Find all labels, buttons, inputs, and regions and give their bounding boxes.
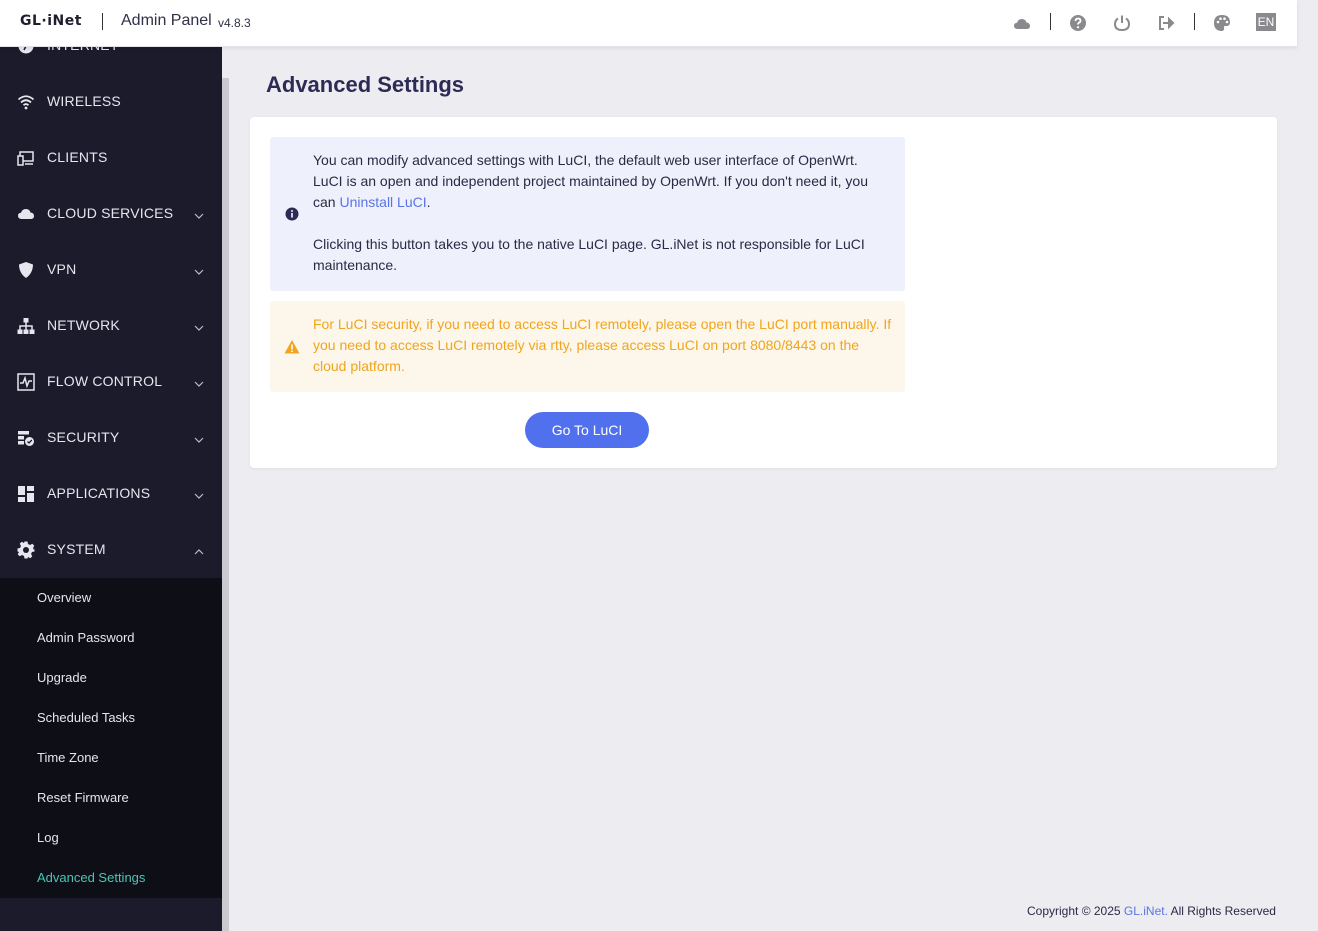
top-header: GL·iNet Admin Panel v4.8.3 EN <box>0 0 1297 47</box>
sidebar-item-vpn[interactable]: VPN <box>0 242 222 298</box>
devices-icon <box>17 149 35 167</box>
sidebar-item-label: CLIENTS <box>47 149 108 165</box>
wifi-icon <box>17 93 35 111</box>
cloud-status-icon[interactable] <box>1011 12 1033 34</box>
help-icon[interactable] <box>1067 12 1089 34</box>
gear-icon <box>17 541 35 559</box>
info-paragraph-1-end: . <box>426 194 431 210</box>
info-text: You can modify advanced settings with Lu… <box>313 150 888 276</box>
sidebar-item-flow-control[interactable]: FLOW CONTROL <box>0 354 222 410</box>
header-divider <box>1050 13 1051 30</box>
network-icon <box>17 317 35 335</box>
submenu-item-upgrade[interactable]: Upgrade <box>37 670 87 685</box>
cloud-icon <box>17 205 35 223</box>
sidebar-item-wireless[interactable]: WIRELESS <box>0 74 222 130</box>
apps-icon <box>17 485 35 503</box>
sidebar-item-label: WIRELESS <box>47 93 121 109</box>
system-submenu: Overview Admin Password Upgrade Schedule… <box>0 578 222 898</box>
rights-text: All Rights Reserved <box>1167 904 1276 918</box>
sidebar-item-label: NETWORK <box>47 317 120 333</box>
sidebar-scrollbar[interactable] <box>222 78 229 931</box>
sidebar-item-network[interactable]: NETWORK <box>0 298 222 354</box>
version-label: v4.8.3 <box>218 16 251 30</box>
chevron-down-icon <box>194 432 204 443</box>
sidebar-item-clients[interactable]: CLIENTS <box>0 130 222 186</box>
go-to-luci-button[interactable]: Go To LuCI <box>525 412 649 448</box>
glinet-link[interactable]: GL.iNet. <box>1124 904 1168 918</box>
footer: Copyright © 2025 GL.iNet. All Rights Res… <box>1027 904 1276 918</box>
warning-alert: For LuCI security, if you need to access… <box>270 301 905 392</box>
sidebar-item-label: CLOUD SERVICES <box>47 205 174 221</box>
chevron-up-icon <box>194 544 204 555</box>
logo[interactable]: GL·iNet <box>20 13 82 29</box>
page-title: Advanced Settings <box>266 72 465 97</box>
theme-palette-icon[interactable] <box>1211 12 1233 34</box>
submenu-item-time-zone[interactable]: Time Zone <box>37 750 99 765</box>
submenu-item-log[interactable]: Log <box>37 830 59 845</box>
chevron-down-icon <box>194 376 204 387</box>
panel-title: Admin Panel <box>121 12 212 29</box>
sidebar-item-applications[interactable]: APPLICATIONS <box>0 466 222 522</box>
sidebar: INTERNET WIRELESS CLIENTS CLOUD SERVICES… <box>0 0 222 931</box>
language-selector[interactable]: EN <box>1256 13 1276 31</box>
submenu-item-advanced-settings[interactable]: Advanced Settings <box>37 870 145 885</box>
sidebar-item-label: VPN <box>47 261 77 277</box>
sidebar-item-label: APPLICATIONS <box>47 485 151 501</box>
power-icon[interactable] <box>1111 12 1133 34</box>
copyright-text: Copyright © 2025 <box>1027 904 1124 918</box>
submenu-item-reset-firmware[interactable]: Reset Firmware <box>37 790 129 805</box>
warning-icon <box>284 339 300 355</box>
chevron-down-icon <box>194 208 204 219</box>
header-divider <box>1194 13 1195 30</box>
sidebar-item-label: FLOW CONTROL <box>47 373 163 389</box>
submenu-item-admin-password[interactable]: Admin Password <box>37 630 135 645</box>
shield-icon <box>17 261 35 279</box>
advanced-settings-card: You can modify advanced settings with Lu… <box>250 117 1277 468</box>
submenu-item-scheduled-tasks[interactable]: Scheduled Tasks <box>37 710 135 725</box>
info-paragraph-2: Clicking this button takes you to the na… <box>313 236 865 273</box>
info-alert: You can modify advanced settings with Lu… <box>270 137 905 291</box>
logout-icon[interactable] <box>1155 12 1177 34</box>
flow-icon <box>17 373 35 391</box>
sidebar-item-label: SYSTEM <box>47 541 106 557</box>
submenu-item-overview[interactable]: Overview <box>37 590 91 605</box>
warning-text: For LuCI security, if you need to access… <box>313 316 892 374</box>
chevron-down-icon <box>194 488 204 499</box>
info-icon <box>285 207 299 221</box>
sidebar-item-label: SECURITY <box>47 429 120 445</box>
firewall-icon <box>17 429 35 447</box>
uninstall-luci-link[interactable]: Uninstall LuCI <box>339 194 426 210</box>
chevron-down-icon <box>194 264 204 275</box>
sidebar-item-cloud-services[interactable]: CLOUD SERVICES <box>0 186 222 242</box>
sidebar-item-system[interactable]: SYSTEM <box>0 522 222 578</box>
chevron-down-icon <box>194 320 204 331</box>
header-divider <box>102 13 103 30</box>
sidebar-item-security[interactable]: SECURITY <box>0 410 222 466</box>
